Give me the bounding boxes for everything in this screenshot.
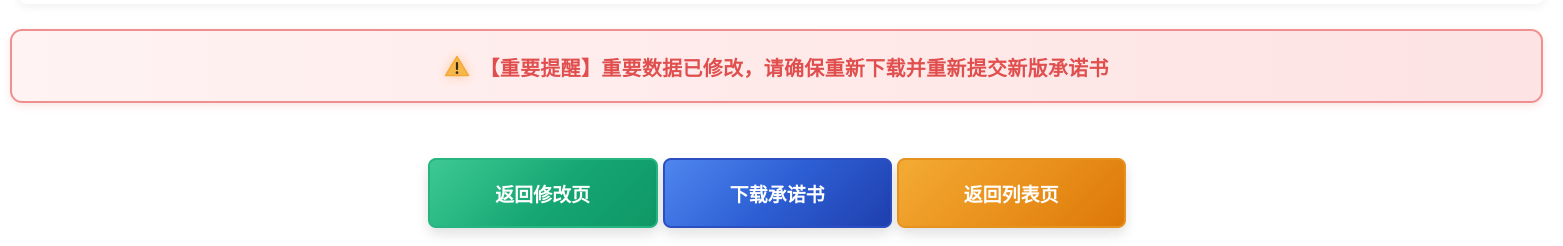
download-commitment-button[interactable]: 下载承诺书	[663, 158, 892, 228]
back-to-list-button[interactable]: 返回列表页	[897, 158, 1126, 228]
alert-content: 【重要提醒】重要数据已修改，请确保重新下载并重新提交新版承诺书	[444, 52, 1109, 81]
upper-card-edge	[18, 0, 1545, 4]
alert-message: 【重要提醒】重要数据已修改，请确保重新下载并重新提交新版承诺书	[479, 55, 1110, 80]
warning-icon	[444, 55, 470, 77]
back-to-edit-button[interactable]: 返回修改页	[428, 158, 658, 228]
action-buttons: 返回修改页 下载承诺书 返回列表页	[428, 158, 1126, 228]
important-reminder-alert: 【重要提醒】重要数据已修改，请确保重新下载并重新提交新版承诺书	[10, 29, 1543, 103]
